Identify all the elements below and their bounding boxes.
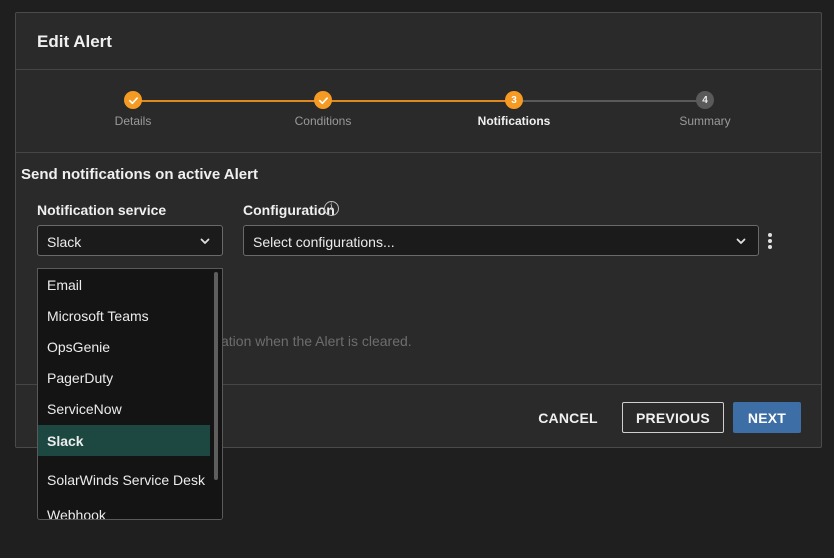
notification-service-value: Slack — [47, 234, 82, 250]
option-slack[interactable]: Slack — [38, 425, 210, 456]
previous-button[interactable]: PREVIOUS — [622, 402, 724, 433]
step-label: Notifications — [477, 114, 551, 128]
dialog-title: Edit Alert — [37, 32, 112, 51]
option-pagerduty[interactable]: PagerDuty — [38, 362, 210, 393]
step-label: Conditions — [294, 114, 352, 128]
configuration-select[interactable]: Select configurations... — [243, 225, 759, 256]
option-opsgenie[interactable]: OpsGenie — [38, 331, 210, 362]
info-icon[interactable]: i — [324, 201, 339, 216]
step-number: 3 — [505, 91, 523, 109]
cancel-button[interactable]: CANCEL — [528, 402, 608, 433]
chevron-down-icon — [200, 238, 210, 244]
step-number: 4 — [696, 91, 714, 109]
check-icon — [124, 91, 142, 109]
option-webhook[interactable]: Webhook — [38, 507, 210, 519]
option-servicenow[interactable]: ServiceNow — [38, 393, 210, 424]
clear-notification-hint: tification when the Alert is cleared. — [200, 333, 412, 349]
step-summary[interactable]: 4 Summary — [630, 91, 780, 128]
step-notifications[interactable]: 3 Notifications — [439, 91, 589, 128]
stepper: Details Conditions 3 Notifications 4 Sum… — [16, 70, 821, 153]
notification-service-select[interactable]: Slack — [37, 225, 223, 256]
check-icon — [314, 91, 332, 109]
step-label: Summary — [679, 114, 731, 128]
step-label: Details — [114, 114, 152, 128]
dropdown-scrollbar-thumb[interactable] — [214, 272, 218, 480]
configuration-label: Configuration — [243, 202, 335, 218]
option-email[interactable]: Email — [38, 269, 210, 300]
step-details[interactable]: Details — [58, 91, 208, 128]
kebab-menu-icon[interactable] — [762, 231, 778, 251]
next-button[interactable]: NEXT — [733, 402, 801, 433]
notification-service-label: Notification service — [37, 202, 167, 218]
dialog-header: Edit Alert — [16, 13, 821, 70]
configuration-placeholder: Select configurations... — [253, 234, 395, 250]
step-conditions[interactable]: Conditions — [248, 91, 398, 128]
notification-service-dropdown: Email Microsoft Teams OpsGenie PagerDuty… — [37, 268, 223, 520]
section-title: Send notifications on active Alert — [21, 166, 258, 183]
option-solarwinds-service-desk[interactable]: SolarWinds Service Desk — [38, 457, 210, 503]
chevron-down-icon — [736, 238, 746, 244]
option-microsoft-teams[interactable]: Microsoft Teams — [38, 300, 210, 331]
